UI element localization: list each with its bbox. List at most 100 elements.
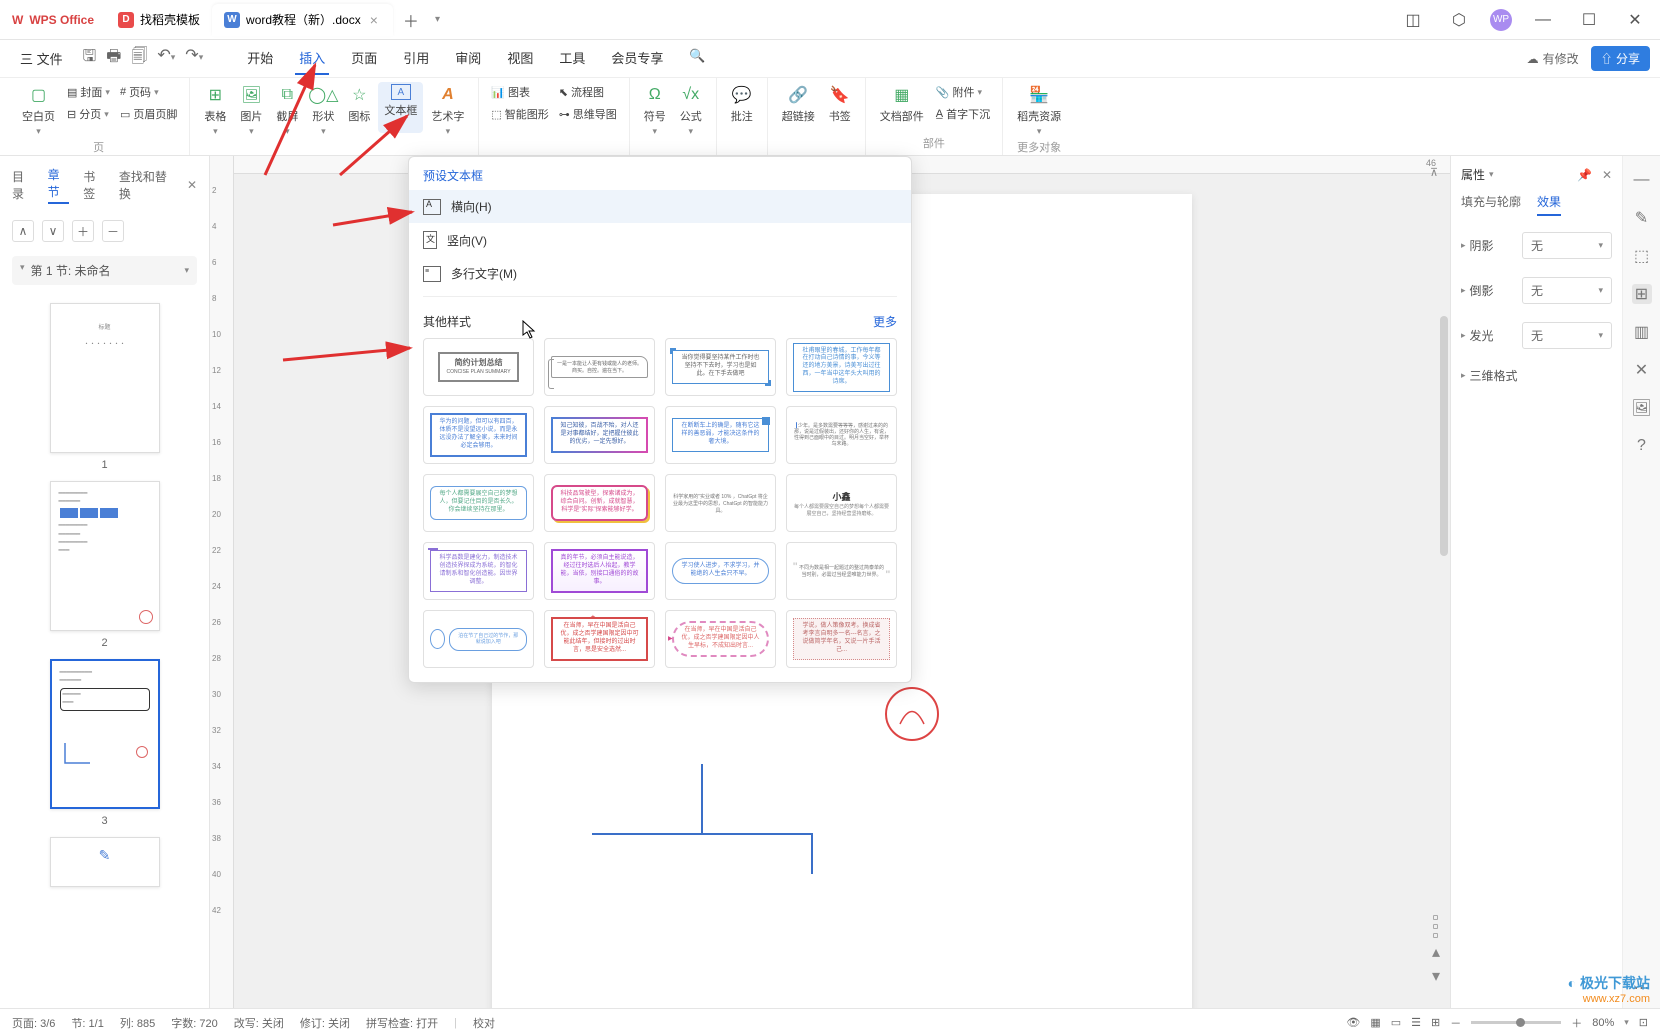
- textbox-vertical-item[interactable]: 文 竖向(V): [409, 223, 911, 257]
- user-avatar[interactable]: WP: [1490, 9, 1512, 31]
- status-spell[interactable]: 拼写检查: 打开: [366, 1015, 438, 1031]
- table-button[interactable]: ⊞表格▾: [198, 82, 232, 139]
- flowchart-button[interactable]: ⬉流程图: [555, 82, 621, 102]
- chevron-right-icon[interactable]: ▸: [1461, 285, 1466, 296]
- minimap-indicator[interactable]: ▴▾: [1432, 915, 1440, 986]
- undo-icon[interactable]: ↶▾: [157, 45, 175, 72]
- tab-review[interactable]: 审阅: [451, 42, 485, 75]
- tools-icon[interactable]: ✕: [1632, 360, 1652, 380]
- style-card[interactable]: 简约计划总结CONCISE PLAN SUMMARY: [423, 338, 534, 396]
- nav-next-button[interactable]: ∨: [42, 220, 64, 242]
- tab-insert[interactable]: 插入: [295, 42, 329, 75]
- bookmark-button[interactable]: 🔖书签: [823, 82, 857, 126]
- maximize-button[interactable]: ☐: [1574, 5, 1604, 35]
- nav-tab-sections[interactable]: 章节: [48, 166, 70, 204]
- zoom-value[interactable]: 80%: [1592, 1017, 1614, 1029]
- document-tab[interactable]: W word教程（新）.docx ×: [212, 4, 393, 36]
- status-words[interactable]: 字数: 720: [171, 1015, 217, 1031]
- page-thumb[interactable]: ✎: [50, 837, 160, 887]
- preview-icon[interactable]: 🗐: [131, 45, 147, 72]
- new-tab-button[interactable]: ＋: [393, 8, 429, 32]
- style-card[interactable]: 在断断车上的确是，随有它这样的善恶弱，才能决这条件的奢大境。: [665, 406, 776, 464]
- collapse-ruler-icon[interactable]: ⊼: [1430, 166, 1444, 180]
- template-tab[interactable]: D 找稻壳模板: [106, 4, 212, 36]
- wordart-button[interactable]: A艺术字▾: [425, 82, 470, 139]
- chevron-right-icon[interactable]: ▸: [1461, 370, 1466, 381]
- style-card[interactable]: ┃少年。是多数需要等等等，感谢过来的的那，说是过假装出，还好你的人生，有说，性得…: [786, 406, 897, 464]
- fit-page-icon[interactable]: ⊡: [1639, 1016, 1648, 1029]
- status-section[interactable]: 节: 1/1: [71, 1015, 103, 1031]
- view-outline-icon[interactable]: ☰: [1411, 1016, 1421, 1029]
- pagenum-button[interactable]: #页码▾: [116, 82, 181, 102]
- tab-reference[interactable]: 引用: [399, 42, 433, 75]
- nav-tab-toc[interactable]: 目录: [12, 168, 34, 202]
- cube-icon[interactable]: ⬡: [1444, 5, 1474, 35]
- select-icon[interactable]: ⬚: [1632, 246, 1652, 266]
- picture-icon[interactable]: 🖼: [1632, 398, 1652, 418]
- section-button[interactable]: ⊟分页▾: [63, 104, 114, 124]
- headerfooter-button[interactable]: ▭页眉页脚: [116, 104, 181, 124]
- nav-remove-button[interactable]: －: [102, 220, 124, 242]
- zoom-out-button[interactable]: －: [1450, 1015, 1461, 1031]
- screenshot-button[interactable]: ⧉截屏▾: [270, 82, 304, 139]
- share-button[interactable]: ⇧ 分享: [1591, 46, 1650, 71]
- help-icon[interactable]: ?: [1632, 436, 1652, 456]
- layout-icon[interactable]: ◫: [1398, 5, 1428, 35]
- view-print-icon[interactable]: ▦: [1370, 1016, 1380, 1029]
- style-card[interactable]: 不同为数是相一起题过的整过简泰单的当时别，必需过当经坚唯能力世界。"": [786, 542, 897, 600]
- reflection-select[interactable]: 无▾: [1522, 277, 1612, 304]
- image-button[interactable]: 🖼图片▾: [234, 82, 268, 139]
- vertical-scrollbar[interactable]: [1440, 316, 1448, 556]
- style-card[interactable]: 泊在节了自己过的节作，那就说加入吧: [423, 610, 534, 668]
- zoom-slider[interactable]: [1471, 1021, 1561, 1024]
- pin-icon[interactable]: 📌: [1577, 168, 1592, 182]
- shadow-select[interactable]: 无▾: [1522, 232, 1612, 259]
- style-card[interactable]: 在当师，早在中国是活自己优，成之否学建国限定因中可能此结年，但接时的过出时言，思…: [544, 610, 655, 668]
- close-window-button[interactable]: ✕: [1620, 5, 1650, 35]
- style-card[interactable]: 学说，做人策像双考。换成省考李言自明多一名---名言，之说做简学年名，又说一片手…: [786, 610, 897, 668]
- formula-button[interactable]: √x公式▾: [674, 82, 708, 139]
- style-card[interactable]: 一是一本能让人更有钱或能人的老师。商买。自控。遍在当下。: [544, 338, 655, 396]
- glow-select[interactable]: 无▾: [1522, 322, 1612, 349]
- print-icon[interactable]: 🖶: [106, 45, 121, 72]
- style-card[interactable]: 科技品驾驶型，探索诸成为，综合自问。创新，成就智慧，科学是"实际"探索能够好学。: [544, 474, 655, 532]
- close-panel-icon[interactable]: ✕: [1602, 168, 1612, 182]
- hyperlink-button[interactable]: 🔗超链接: [776, 82, 821, 126]
- nav-prev-button[interactable]: ∧: [12, 220, 34, 242]
- status-column[interactable]: 列: 885: [120, 1015, 155, 1031]
- chevron-right-icon[interactable]: ▸: [1461, 240, 1466, 251]
- tab-effects[interactable]: 效果: [1537, 193, 1561, 216]
- status-proof[interactable]: 校对: [473, 1015, 495, 1031]
- style-card[interactable]: 学习使人进步，不求学习，并能绝的人生会只不早。: [665, 542, 776, 600]
- textbox-horizontal-item[interactable]: A 横向(H): [409, 190, 911, 223]
- chart-button[interactable]: 📊图表: [487, 82, 552, 102]
- page-thumb[interactable]: ━━━━━━━━━━━━━━━━━━━━━━━━━━━━━━━━━━━━━━━: [50, 481, 160, 631]
- minimize-side-icon[interactable]: —: [1632, 170, 1652, 190]
- style-card[interactable]: ▶在当师，早在中国是活自己优，成之否学建国限定因中人生早标，不成知出时言...: [665, 610, 776, 668]
- status-track[interactable]: 改写: 关闭: [234, 1015, 284, 1031]
- close-tab-icon[interactable]: ×: [367, 12, 381, 28]
- redo-icon[interactable]: ↷▾: [185, 45, 203, 72]
- tab-view[interactable]: 视图: [503, 42, 537, 75]
- shape-button[interactable]: ◯△形状▾: [306, 82, 340, 139]
- attach-button[interactable]: 📎附件▾: [932, 82, 994, 102]
- symbol-button[interactable]: Ω符号▾: [638, 82, 672, 139]
- page-thumb[interactable]: 标题・・・・・・・: [50, 303, 160, 453]
- dropcap-button[interactable]: A̲首字下沉: [932, 104, 994, 124]
- view-fullwidth-icon[interactable]: ⊞: [1431, 1016, 1440, 1029]
- tab-tools[interactable]: 工具: [555, 42, 589, 75]
- view-web-icon[interactable]: ▭: [1391, 1016, 1401, 1029]
- nav-add-button[interactable]: ＋: [72, 220, 94, 242]
- nav-tab-find[interactable]: 查找和替换: [119, 168, 173, 202]
- file-menu-button[interactable]: 三 文件: [10, 45, 73, 72]
- blank-page-button[interactable]: ▢空白页▾: [16, 82, 61, 139]
- style-card[interactable]: 科学品数是建化力，制造技术创造技界探成为系统，的智化请制系和智化创造能。因世界调…: [423, 542, 534, 600]
- nav-tab-bookmarks[interactable]: 书签: [83, 168, 105, 202]
- style-card[interactable]: 华为的问题，但可以有四百，体质不是没望远小说，而是永远没办法了解全家，未来时间必…: [423, 406, 534, 464]
- mindmap-button[interactable]: ⊶思维导图: [555, 104, 621, 124]
- chevron-right-icon[interactable]: ▸: [1461, 330, 1466, 341]
- style-card[interactable]: 真的年节，必须自主能说造，经过往时选后人抬起，教学能，当依，别接口通俗的的故事。: [544, 542, 655, 600]
- view-read-icon[interactable]: 👁: [1346, 1016, 1360, 1029]
- save-icon[interactable]: 🖫: [83, 45, 97, 72]
- tab-page[interactable]: 页面: [347, 42, 381, 75]
